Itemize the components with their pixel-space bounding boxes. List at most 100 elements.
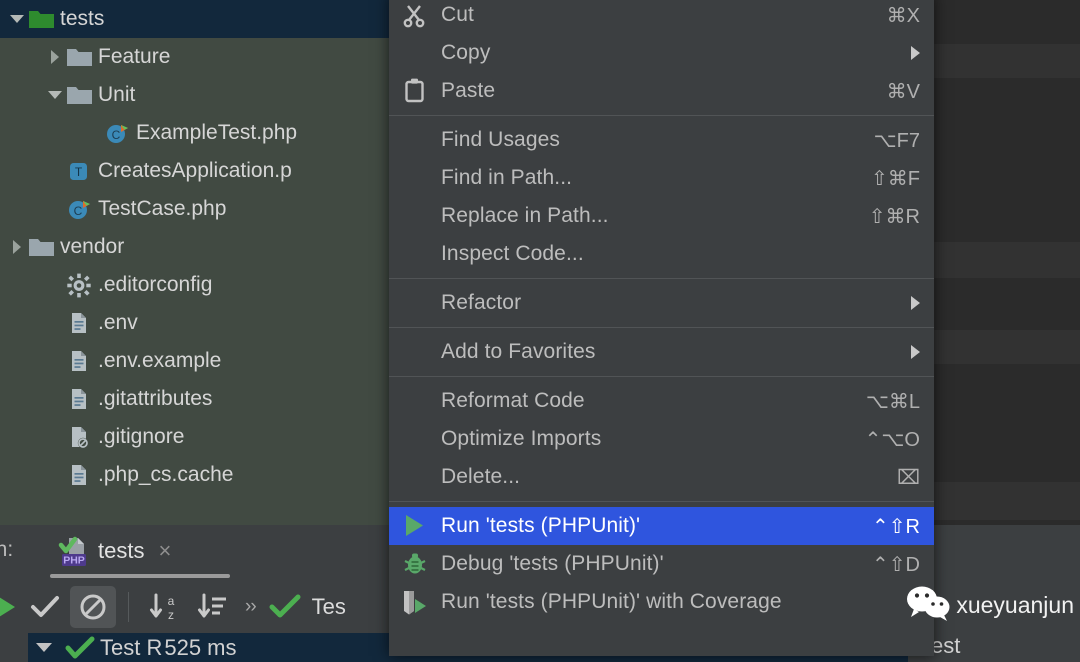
- menu-item-find-in-path[interactable]: Find in Path... ⇧⌘F: [389, 159, 934, 197]
- menu-item-label: Find Usages: [441, 128, 560, 151]
- chevron-right-icon[interactable]: [6, 240, 28, 254]
- tree-item-exampletest-php[interactable]: C ExampleTest.php: [0, 114, 390, 152]
- menu-item-label: Debug 'tests (PHPUnit)': [441, 552, 664, 575]
- menu-item-debug-tests-phpunit[interactable]: Debug 'tests (PHPUnit)' ⌃⇧D: [389, 545, 934, 583]
- menu-item-label: Replace in Path...: [441, 204, 609, 227]
- menu-item-add-to-favorites[interactable]: Add to Favorites: [389, 333, 934, 371]
- tree-item-feature[interactable]: Feature: [0, 38, 390, 76]
- show-passed-button[interactable]: [22, 586, 68, 628]
- menu-item-label: Refactor: [441, 291, 522, 314]
- context-menu[interactable]: Cut ⌘X Copy Paste ⌘V Find Usages ⌥F7 Find in Pa…: [389, 0, 934, 656]
- run-status-text: Tes: [311, 594, 346, 619]
- file-ignored-icon: [66, 424, 94, 450]
- menu-item-cut[interactable]: Cut ⌘X: [389, 0, 934, 34]
- tree-item-label: Unit: [98, 83, 136, 106]
- tree-item-tests[interactable]: tests: [0, 0, 390, 38]
- test-results-root-label: Test R: [100, 634, 163, 660]
- debug-icon: [389, 550, 441, 578]
- watermark-text: xueyuanjun: [956, 592, 1074, 618]
- menu-item-label: Run 'tests (PHPUnit)': [441, 514, 641, 537]
- menu-item-shortcut: ⌃⇧R: [872, 515, 920, 538]
- menu-item-find-usages[interactable]: Find Usages ⌥F7: [389, 121, 934, 159]
- run-icon: [389, 512, 441, 540]
- hide-ignored-button[interactable]: [70, 586, 116, 628]
- tree-item-vendor[interactable]: vendor: [0, 228, 390, 266]
- menu-separator: [389, 278, 934, 279]
- menu-item-shortcut: ⇧⌘R: [868, 205, 920, 228]
- test-duration: 525 ms: [164, 634, 237, 660]
- folder-icon: [66, 82, 94, 108]
- tree-item-label: TestCase.php: [98, 197, 227, 220]
- menu-item-shortcut: ⌧: [896, 466, 920, 489]
- chevron-right-icon: [911, 345, 920, 359]
- tree-item-label: ExampleTest.php: [136, 121, 298, 144]
- file-icon: [66, 462, 94, 488]
- paste-icon: [389, 77, 441, 105]
- toolbar-divider: [128, 592, 129, 622]
- chevron-down-icon[interactable]: [28, 643, 60, 652]
- run-tab-underline: [50, 574, 230, 578]
- menu-separator: [389, 327, 934, 328]
- toolbar-overflow-button[interactable]: ››: [237, 596, 264, 618]
- tree-item-env[interactable]: .env: [0, 304, 390, 342]
- tree-item-env-example[interactable]: .env.example: [0, 342, 390, 380]
- folder-green-icon: [28, 6, 56, 32]
- menu-item-shortcut: ⌘V: [886, 80, 920, 103]
- svg-text:PHP: PHP: [63, 554, 85, 566]
- menu-item-paste[interactable]: Paste ⌘V: [389, 72, 934, 110]
- svg-text:T: T: [75, 165, 83, 179]
- chevron-right-icon[interactable]: [44, 50, 66, 64]
- chevron-down-icon[interactable]: [44, 91, 66, 99]
- menu-separator: [389, 501, 934, 502]
- tree-item-createsapplication-p[interactable]: T CreatesApplication.p: [0, 152, 390, 190]
- tree-item-label: Feature: [98, 45, 171, 68]
- file-icon: [66, 310, 94, 336]
- chevron-right-icon: [911, 46, 920, 60]
- tree-item-label: tests: [60, 7, 105, 30]
- close-icon[interactable]: ×: [158, 538, 171, 564]
- sort-alphabetically-button[interactable]: a z: [141, 586, 187, 628]
- rerun-icon[interactable]: [0, 586, 20, 628]
- menu-item-shortcut: ⌥F7: [873, 129, 920, 152]
- tree-item-label: .php_cs.cache: [98, 463, 234, 486]
- tests-passed-icon: [266, 586, 304, 628]
- menu-item-copy[interactable]: Copy: [389, 34, 934, 72]
- menu-item-label: Reformat Code: [441, 389, 585, 412]
- menu-item-shortcut: ⌘X: [886, 4, 920, 27]
- tree-item-unit[interactable]: Unit: [0, 76, 390, 114]
- coverage-icon: [389, 587, 441, 617]
- cut-icon: [389, 2, 441, 28]
- menu-item-shortcut: ⌃⌥O: [864, 428, 920, 451]
- sort-by-duration-button[interactable]: [189, 586, 235, 628]
- menu-item-run-tests-phpunit-with-coverage[interactable]: Run 'tests (PHPUnit)' with Coverage: [389, 583, 934, 621]
- menu-separator: [389, 376, 934, 377]
- check-icon: [60, 635, 100, 661]
- tree-item-php-cs-cache[interactable]: .php_cs.cache: [0, 456, 390, 494]
- menu-item-refactor[interactable]: Refactor: [389, 284, 934, 322]
- tree-item-gitattributes[interactable]: .gitattributes: [0, 380, 390, 418]
- watermark: xueyuanjun: [906, 584, 1074, 627]
- tree-item-label: .gitignore: [98, 425, 185, 448]
- menu-item-shortcut: ⌥⌘L: [865, 390, 920, 413]
- menu-item-reformat-code[interactable]: Reformat Code ⌥⌘L: [389, 382, 934, 420]
- project-tree-panel[interactable]: tests Feature Unit C ExampleTest.php T Creates…: [0, 0, 390, 525]
- tree-item-editorconfig[interactable]: .editorconfig: [0, 266, 390, 304]
- file-icon: [66, 348, 94, 374]
- tree-item-gitignore[interactable]: .gitignore: [0, 418, 390, 456]
- menu-item-optimize-imports[interactable]: Optimize Imports ⌃⌥O: [389, 420, 934, 458]
- menu-item-delete[interactable]: Delete... ⌧: [389, 458, 934, 496]
- menu-item-label: Optimize Imports: [441, 427, 602, 450]
- svg-text:z: z: [168, 608, 174, 622]
- chevron-down-icon[interactable]: [6, 15, 28, 23]
- menu-item-run-tests-phpunit[interactable]: Run 'tests (PHPUnit)' ⌃⇧R: [389, 507, 934, 545]
- tree-item-label: vendor: [60, 235, 125, 258]
- menu-item-replace-in-path[interactable]: Replace in Path... ⇧⌘R: [389, 197, 934, 235]
- php-class-test-icon: C: [66, 196, 94, 222]
- svg-text:C: C: [112, 128, 121, 142]
- file-icon: [66, 386, 94, 412]
- menu-item-label: Delete...: [441, 465, 521, 488]
- tree-item-testcase-php[interactable]: C TestCase.php: [0, 190, 390, 228]
- gear-icon: [66, 272, 94, 298]
- run-tab-tests[interactable]: PHP tests ×: [50, 531, 177, 571]
- menu-item-inspect-code[interactable]: Inspect Code...: [389, 235, 934, 273]
